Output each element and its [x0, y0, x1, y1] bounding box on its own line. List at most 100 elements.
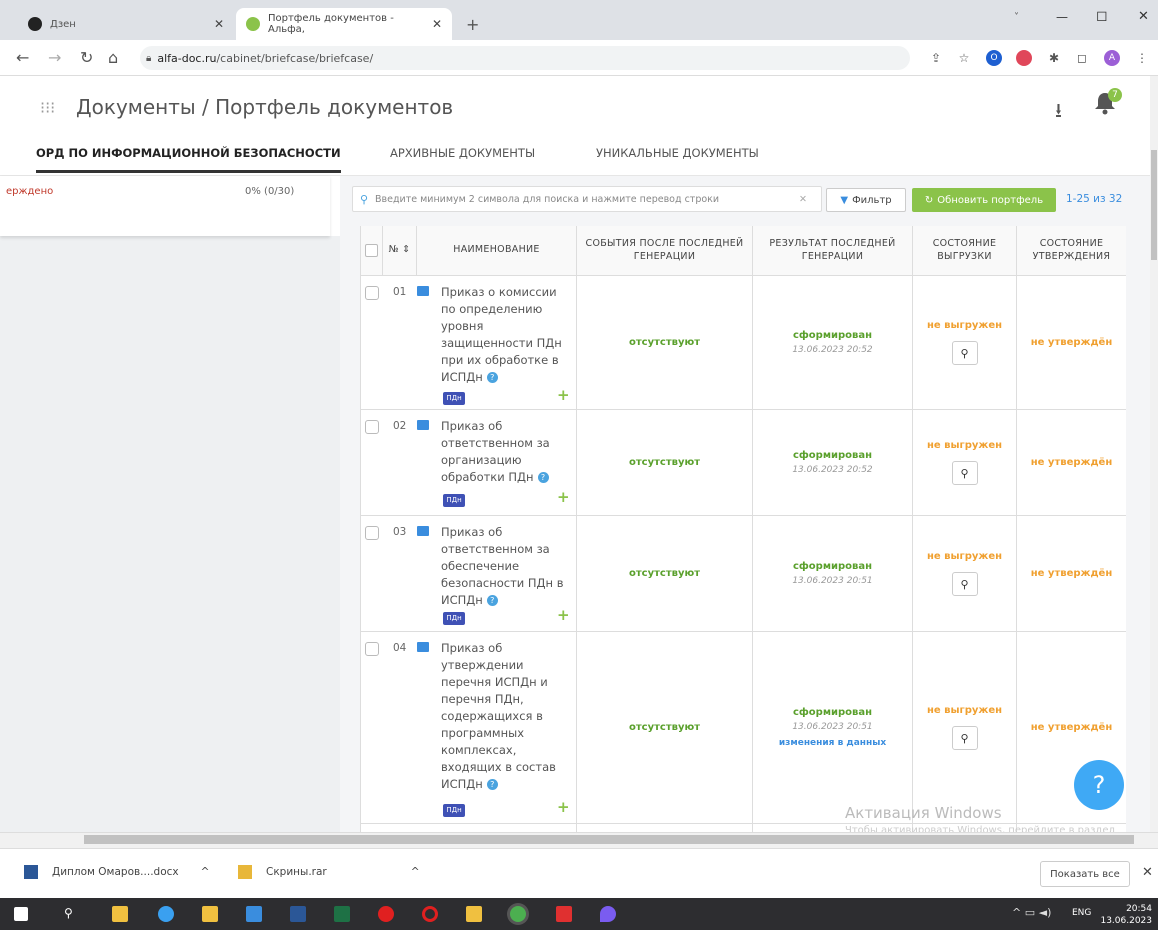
document-icon[interactable] [417, 420, 429, 430]
tab-unique[interactable]: УНИКАЛЬНЫЕ ДОКУМЕНТЫ [596, 146, 759, 160]
close-downloads-icon[interactable]: ✕ [1142, 865, 1153, 880]
app-icon[interactable] [600, 906, 616, 922]
tab-search-icon[interactable]: ˅ [1014, 12, 1019, 23]
close-tab-icon[interactable]: ✕ [214, 17, 224, 31]
approval-cell: не утверждён [1017, 516, 1126, 631]
search-input[interactable]: ⚲ Введите минимум 2 символа для поиска и… [352, 186, 822, 212]
pdf-reader-icon[interactable] [556, 906, 572, 922]
new-tab-button[interactable]: + [456, 8, 489, 40]
tab-ord-security[interactable]: ОРД ПО ИНФОРМАЦИОННОЙ БЕЗОПАСНОСТИ [36, 146, 341, 173]
header-select-all[interactable] [361, 226, 383, 276]
download-item-rar[interactable]: Скрины.rar ^ [238, 865, 420, 879]
info-icon[interactable]: ? [486, 779, 498, 790]
chrome-icon[interactable] [510, 906, 526, 922]
extension-icon[interactable]: O [986, 50, 1002, 66]
pagination-count[interactable]: 1-25 из 32 [1066, 193, 1122, 205]
breadcrumb: Документы / Портфель документов [76, 95, 454, 119]
approval-cell: не утверждён [1017, 410, 1126, 515]
preview-search-button[interactable]: ⚲ [951, 341, 978, 365]
extensions-puzzle-icon[interactable]: ✱ [1046, 50, 1062, 66]
add-icon[interactable]: + [557, 386, 570, 404]
bookmark-star-icon[interactable]: ☆ [956, 50, 972, 66]
help-button[interactable]: ? [1074, 760, 1124, 810]
forward-icon[interactable]: → [48, 48, 61, 67]
close-tab-icon[interactable]: ✕ [432, 17, 442, 31]
home-icon[interactable]: ⌂ [108, 48, 118, 67]
system-tray-icons[interactable]: ^ ▭ ◄) [1012, 906, 1051, 919]
download-icon[interactable]: ⭳ [1055, 96, 1062, 130]
document-icon[interactable] [417, 642, 429, 652]
chevron-up-icon[interactable]: ^ [411, 866, 420, 878]
left-status-text[interactable]: ерждено [6, 186, 53, 197]
windows-start-icon[interactable] [14, 907, 28, 921]
mail-icon[interactable] [246, 906, 262, 922]
browser-tab-dzen[interactable]: Дзен ✕ [18, 8, 234, 40]
opera-icon[interactable] [422, 906, 438, 922]
document-title[interactable]: Приказ об утверждении перечня ИСПДн и пе… [441, 640, 569, 793]
filter-button[interactable]: ▼ Фильтр [826, 188, 906, 212]
chevron-up-icon[interactable]: ^ [201, 866, 210, 878]
data-changes-link[interactable]: изменения в данных [779, 738, 886, 748]
minimize-button[interactable]: — [1056, 10, 1068, 24]
document-title[interactable]: Приказ о комиссии по определению уровня … [441, 284, 569, 386]
preview-search-button[interactable]: ⚲ [951, 572, 978, 596]
maximize-button[interactable]: ◻ [1096, 8, 1108, 24]
profile-avatar[interactable]: A [1104, 50, 1120, 66]
yandex-browser-icon[interactable] [378, 906, 394, 922]
info-icon[interactable]: ? [537, 472, 549, 483]
pdn-tag: ПДн [443, 804, 465, 817]
approval-status: не утверждён [1030, 337, 1113, 348]
add-icon[interactable]: + [557, 606, 570, 624]
refresh-portfolio-button[interactable]: ↻ Обновить портфель [912, 188, 1056, 212]
system-clock[interactable]: 20:54 13.06.2023 [1100, 903, 1152, 927]
file-explorer-icon[interactable] [202, 906, 218, 922]
row-checkbox[interactable] [365, 286, 379, 300]
result-cell: сформирован 13.06.2023 20:52 [753, 410, 913, 515]
edge-icon[interactable] [158, 906, 174, 922]
events-status: отсутствуют [629, 722, 700, 733]
close-window-button[interactable]: ✕ [1138, 9, 1149, 24]
refresh-label: Обновить портфель [937, 194, 1044, 206]
result-status: сформирован [792, 707, 873, 718]
add-icon[interactable]: + [557, 798, 570, 816]
header-number[interactable]: № ⇕ [383, 226, 417, 276]
browser-tab-portfolio[interactable]: Портфель документов - Альфа, ✕ [236, 8, 452, 40]
document-title[interactable]: Приказ об ответственном за обеспечение б… [441, 524, 569, 609]
store-icon[interactable] [112, 906, 128, 922]
excel-icon[interactable] [334, 906, 350, 922]
row-checkbox[interactable] [365, 420, 379, 434]
add-icon[interactable]: + [557, 488, 570, 506]
row-checkbox[interactable] [365, 642, 379, 656]
row-checkbox[interactable] [365, 526, 379, 540]
share-icon[interactable]: ⇪ [928, 50, 944, 66]
horizontal-scroll-thumb[interactable] [84, 835, 1134, 844]
notes-icon[interactable] [466, 906, 482, 922]
vertical-scroll-thumb[interactable] [1151, 150, 1157, 260]
search-icon[interactable]: ⚲ [64, 906, 80, 922]
download-item-docx[interactable]: Диплом Омаров....docx ^ [24, 865, 209, 879]
back-icon[interactable]: ← [16, 48, 29, 67]
preview-search-button[interactable]: ⚲ [951, 726, 978, 750]
tab-archive[interactable]: АРХИВНЫЕ ДОКУМЕНТЫ [390, 146, 535, 160]
url-bar[interactable]: 🔒︎ alfa-doc.ru/cabinet/briefcase/briefca… [140, 46, 910, 70]
row-number: 01 [393, 286, 407, 298]
result-date: 13.06.2023 20:52 [792, 345, 873, 355]
document-icon[interactable] [417, 526, 429, 536]
clear-search-icon[interactable]: ✕ [799, 194, 807, 205]
upload-status: не выгружен [926, 320, 1003, 331]
input-language[interactable]: ENG [1072, 908, 1091, 918]
word-icon[interactable] [290, 906, 306, 922]
events-cell: отсутствуют [577, 410, 753, 515]
apps-grid-icon[interactable]: ⁝⁝⁝ [40, 98, 62, 117]
info-icon[interactable]: ? [486, 372, 498, 383]
clock-date: 13.06.2023 [1100, 916, 1152, 926]
document-icon[interactable] [417, 286, 429, 296]
extension-icon-2[interactable] [1016, 50, 1032, 66]
preview-search-button[interactable]: ⚲ [951, 461, 978, 485]
side-panel-icon[interactable]: ◻ [1074, 50, 1090, 66]
info-icon[interactable]: ? [486, 595, 498, 606]
menu-dots-icon[interactable]: ⋮ [1134, 50, 1150, 66]
show-all-downloads-button[interactable]: Показать все [1040, 861, 1130, 887]
document-title[interactable]: Приказ об ответственном за организацию о… [441, 418, 569, 486]
reload-icon[interactable]: ↻ [80, 48, 93, 67]
